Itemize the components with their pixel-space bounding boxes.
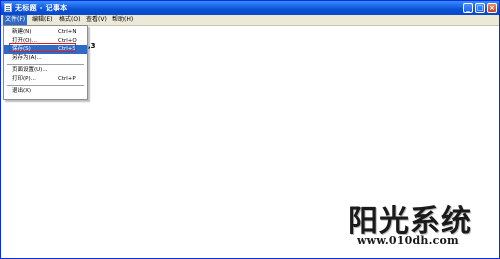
menu-help[interactable]: 帮助(H) <box>110 15 135 25</box>
menu-item-page-setup[interactable]: 页面设置(U)... <box>4 66 87 75</box>
menu-item-page-setup-label: 页面设置(U)... <box>12 67 48 73</box>
menu-item-exit[interactable]: 退出(X) <box>4 87 87 96</box>
menu-file[interactable]: 文件(F) <box>3 15 28 25</box>
menu-item-print-shortcut: Ctrl+P <box>58 76 76 82</box>
menu-separator <box>7 85 84 86</box>
close-button[interactable]: × <box>487 3 497 13</box>
minimize-button[interactable]: _ <box>463 3 473 13</box>
maximize-button[interactable]: □ <box>475 3 485 13</box>
menu-item-save-as[interactable]: 另存为(A)... <box>4 54 87 63</box>
menu-format[interactable]: 格式(O) <box>57 15 82 25</box>
editor-content: ,3 <box>88 42 96 50</box>
menu-separator <box>7 64 84 65</box>
window-title: 无标题 - 记事本 <box>15 4 68 12</box>
title-bar[interactable]: 无标题 - 记事本 _ □ × <box>1 1 499 15</box>
file-menu-dropdown: 新建(N) Ctrl+N 打开(O)... Ctrl+O 保存(S) Ctrl+… <box>3 25 88 100</box>
notepad-icon <box>4 3 12 12</box>
watermark-url: www.010dh.com <box>357 234 459 247</box>
menu-item-new[interactable]: 新建(N) Ctrl+N <box>4 28 87 37</box>
menu-item-new-shortcut: Ctrl+N <box>58 29 77 35</box>
menu-view[interactable]: 查看(V) <box>84 15 109 25</box>
menu-item-new-label: 新建(N) <box>12 29 32 35</box>
menu-item-exit-label: 退出(X) <box>12 88 32 94</box>
menu-edit[interactable]: 编辑(E) <box>30 15 54 25</box>
menu-item-print-label: 打印(P)... <box>12 76 36 82</box>
menu-item-save-as-label: 另存为(A)... <box>12 55 42 61</box>
annotation-highlight-box <box>9 43 76 52</box>
menu-item-print[interactable]: 打印(P)... Ctrl+P <box>4 75 87 84</box>
